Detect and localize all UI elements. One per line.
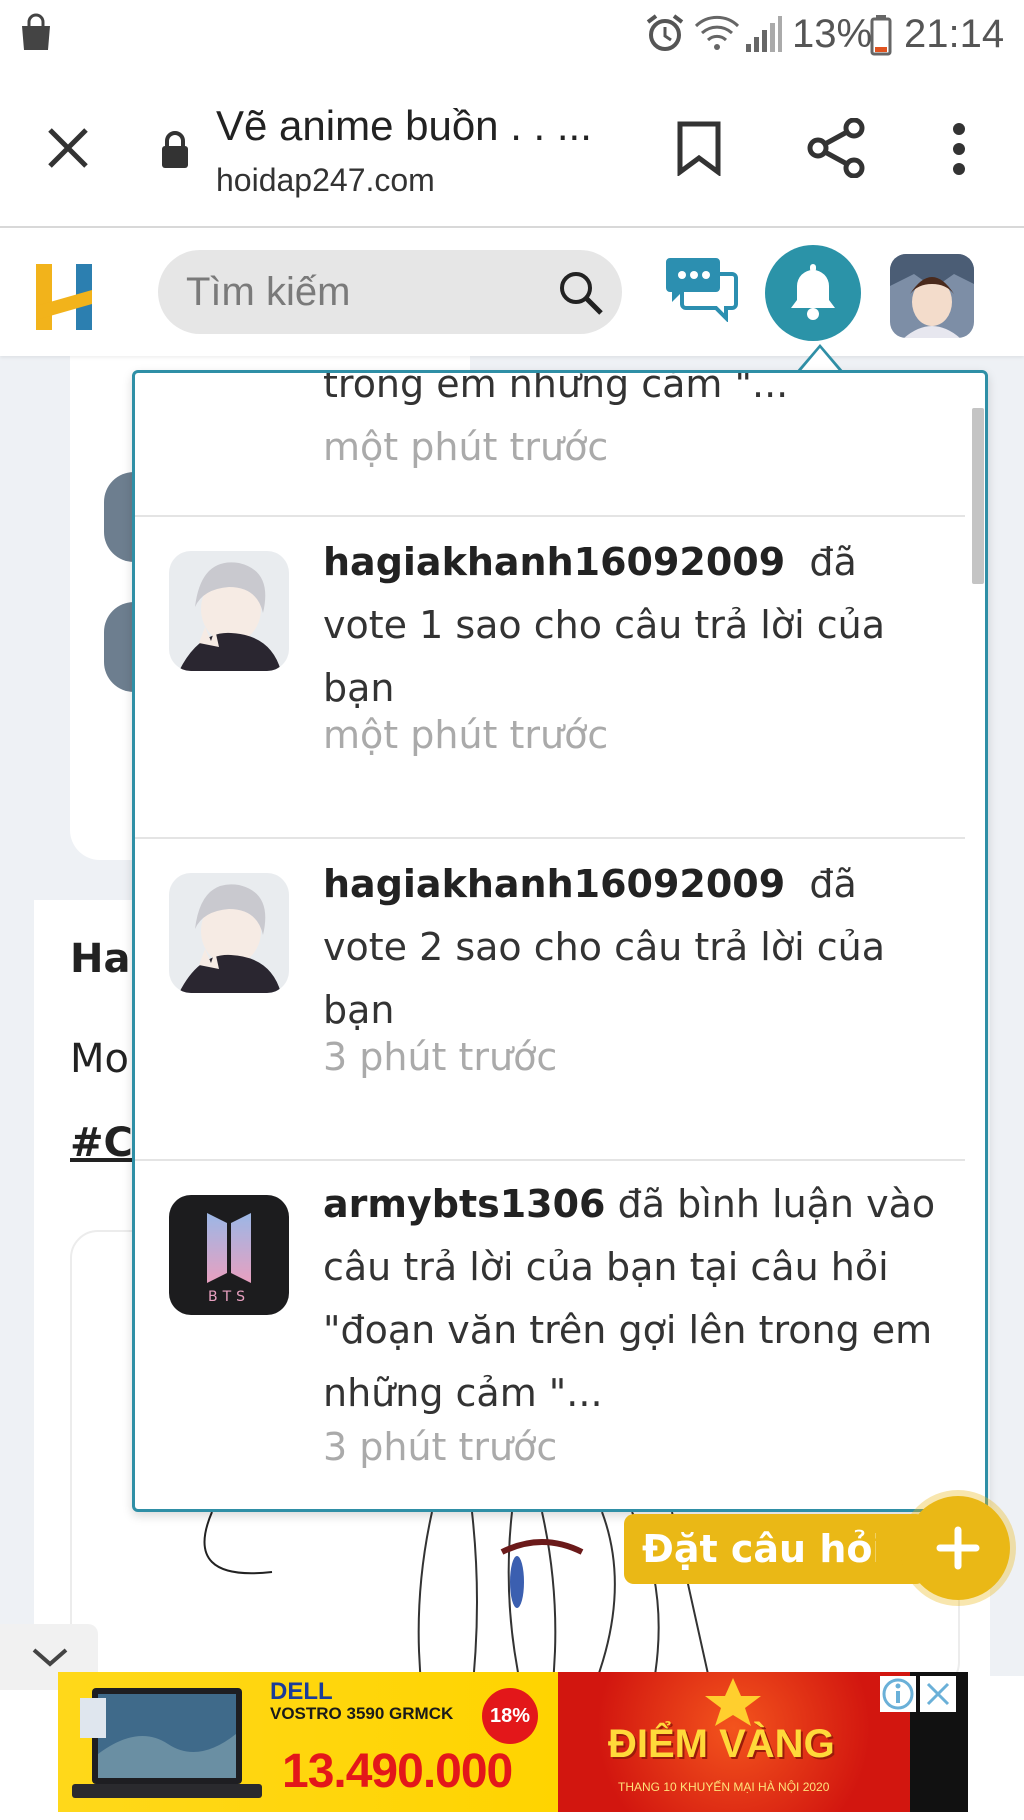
article-text: Mo	[70, 1036, 129, 1082]
alarm-icon	[646, 14, 684, 51]
notification-panel[interactable]: trong em những cảm "... một phút trước h…	[132, 370, 988, 1512]
ad-price: 13.490.000	[282, 1745, 513, 1798]
bts-logo-text: BTS	[208, 1289, 250, 1305]
status-bar: 13% 21:14	[0, 0, 1024, 72]
more-vertical-icon[interactable]	[950, 122, 968, 176]
avatar	[169, 873, 289, 993]
chevron-down-icon	[32, 1648, 68, 1667]
ad-banner[interactable]: DELL VOSTRO 3590 GRMCK 13.490.000 18% ĐI…	[58, 1672, 968, 1812]
lock-icon	[162, 131, 188, 168]
notification-item[interactable]: trong em những cảm "... một phút trước	[135, 373, 965, 517]
shopping-bag-icon	[22, 13, 50, 50]
notification-item[interactable]: hagiakhanh16092009 đã vote 1 sao cho câu…	[135, 517, 965, 839]
signal-icon	[746, 16, 782, 52]
battery-icon	[870, 15, 892, 56]
notification-text: armybts1306 đã bình luận vào câu trả lời…	[323, 1173, 943, 1425]
notification-text: trong em những cảm "...	[323, 370, 943, 416]
notification-item[interactable]: BTS armybts1306 đã bình luận vào câu trả…	[135, 1161, 965, 1509]
ad-brand: DELL	[270, 1678, 333, 1705]
notification-time: 3 phút trước	[323, 1035, 558, 1079]
notification-text: hagiakhanh16092009 đã vote 1 sao cho câu…	[323, 531, 943, 720]
notification-item[interactable]: hagiakhanh16092009 đã vote 2 sao cho câu…	[135, 839, 965, 1161]
ad-model: VOSTRO 3590 GRMCK	[270, 1704, 454, 1723]
search-input[interactable]	[186, 266, 526, 318]
author-name[interactable]: Ha	[70, 936, 130, 982]
close-icon[interactable]	[46, 126, 90, 170]
ad-promo-title: ĐIỂM VÀNG	[608, 1722, 835, 1766]
notification-text: hagiakhanh16092009 đã vote 2 sao cho câu…	[323, 853, 943, 1042]
notification-time: 3 phút trước	[323, 1425, 558, 1469]
ad-discount-badge: 18%	[482, 1688, 538, 1744]
avatar[interactable]	[890, 254, 974, 338]
plus-icon	[936, 1526, 980, 1570]
notification-username[interactable]: hagiakhanh16092009	[323, 540, 785, 584]
notification-username[interactable]: armybts1306	[323, 1182, 606, 1226]
battery-percent: 13%	[792, 12, 873, 56]
info-icon[interactable]	[880, 1676, 916, 1712]
bell-icon[interactable]	[764, 244, 862, 342]
notification-username[interactable]: hagiakhanh16092009	[323, 862, 785, 906]
notification-scrollbar[interactable]	[972, 408, 984, 584]
browser-toolbar: Vẽ anime buồn . . ... hoidap247.com	[0, 72, 1024, 228]
site-header	[0, 230, 1024, 356]
bts-logo: BTS	[169, 1195, 289, 1315]
ask-label-arrow	[876, 1514, 910, 1584]
avatar	[169, 551, 289, 671]
chat-icon[interactable]	[664, 256, 738, 322]
ad-promo-subtitle: THANG 10 KHUYẾN MẠI HÀ NỘI 2020	[618, 1780, 830, 1794]
notification-message: trong em những cảm "...	[323, 370, 789, 406]
close-icon[interactable]	[920, 1676, 956, 1712]
share-icon[interactable]	[806, 118, 866, 178]
search-icon[interactable]	[558, 270, 604, 316]
ask-question-button[interactable]	[906, 1496, 1010, 1600]
star-decoration	[705, 1678, 761, 1726]
clock: 21:14	[904, 12, 1005, 56]
bookmark-icon[interactable]	[676, 120, 722, 176]
search-box[interactable]	[158, 250, 622, 334]
page-url[interactable]: hoidap247.com	[216, 162, 435, 199]
wifi-icon	[694, 15, 740, 50]
laptop-image	[72, 1688, 262, 1798]
page-title[interactable]: Vẽ anime buồn . . ...	[216, 102, 592, 150]
notification-time: một phút trước	[323, 713, 609, 757]
site-logo[interactable]	[32, 260, 98, 332]
notification-time: một phút trước	[323, 425, 609, 469]
